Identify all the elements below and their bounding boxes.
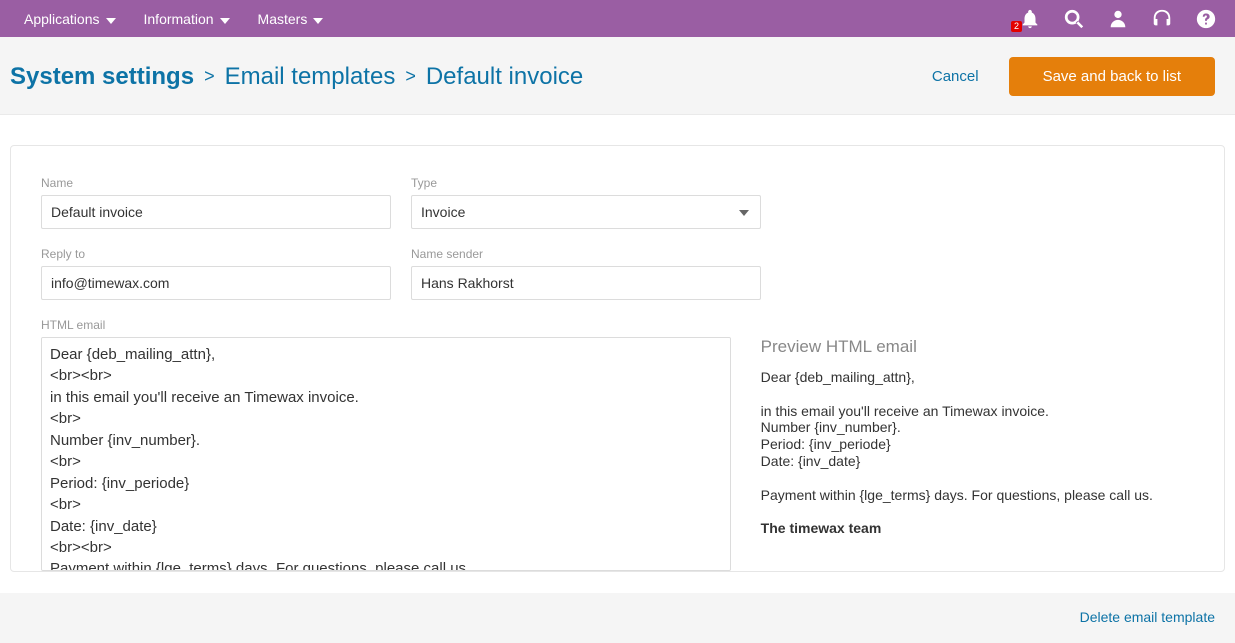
breadcrumb-email-templates[interactable]: Email templates xyxy=(225,63,396,91)
name-label: Name xyxy=(41,176,391,190)
sender-field-group: Name sender xyxy=(411,247,761,300)
menu-label: Masters xyxy=(258,11,308,27)
name-field-group: Name xyxy=(41,176,391,229)
caret-down-icon xyxy=(106,11,116,27)
caret-down-icon xyxy=(313,11,323,27)
form-panel: Name Type Reply to Name sender HTML emai… xyxy=(10,145,1225,572)
help-button[interactable] xyxy=(1195,8,1217,30)
footer: Delete email template xyxy=(0,593,1235,643)
menu-information[interactable]: Information xyxy=(130,0,244,37)
help-icon xyxy=(1195,8,1217,30)
preview-title: Preview HTML email xyxy=(761,337,1194,357)
menu-label: Applications xyxy=(24,11,100,27)
breadcrumb: System settings > Email templates > Defa… xyxy=(10,63,583,91)
delete-template-button[interactable]: Delete email template xyxy=(1080,609,1215,625)
preview-panel: Preview HTML email Dear {deb_mailing_att… xyxy=(761,337,1194,571)
sender-input[interactable] xyxy=(411,266,761,300)
topbar: Applications Information Masters 2 xyxy=(0,0,1235,37)
menu-applications[interactable]: Applications xyxy=(10,0,130,37)
topbar-actions: 2 xyxy=(1019,8,1225,30)
menu-masters[interactable]: Masters xyxy=(244,0,338,37)
html-email-label: HTML email xyxy=(41,318,1194,332)
notifications-button[interactable]: 2 xyxy=(1019,8,1041,30)
caret-down-icon xyxy=(220,11,230,27)
html-email-textarea[interactable] xyxy=(41,337,731,571)
sender-label: Name sender xyxy=(411,247,761,261)
replyto-input[interactable] xyxy=(41,266,391,300)
cancel-button[interactable]: Cancel xyxy=(932,68,979,85)
type-field-group: Type xyxy=(411,176,761,229)
menu-label: Information xyxy=(144,11,214,27)
search-icon xyxy=(1063,8,1085,30)
page-header: System settings > Email templates > Defa… xyxy=(0,37,1235,115)
header-actions: Cancel Save and back to list xyxy=(932,57,1225,96)
search-button[interactable] xyxy=(1063,8,1085,30)
type-label: Type xyxy=(411,176,761,190)
headset-icon xyxy=(1151,8,1173,30)
type-select[interactable] xyxy=(411,195,761,229)
account-button[interactable] xyxy=(1107,8,1129,30)
breadcrumb-current: Default invoice xyxy=(426,63,583,91)
replyto-label: Reply to xyxy=(41,247,391,261)
breadcrumb-root[interactable]: System settings xyxy=(10,63,194,91)
notification-badge: 2 xyxy=(1011,21,1022,32)
breadcrumb-separator: > xyxy=(405,66,416,87)
save-button[interactable]: Save and back to list xyxy=(1009,57,1215,96)
support-button[interactable] xyxy=(1151,8,1173,30)
bell-icon xyxy=(1019,8,1041,30)
replyto-field-group: Reply to xyxy=(41,247,391,300)
person-icon xyxy=(1107,8,1129,30)
name-input[interactable] xyxy=(41,195,391,229)
breadcrumb-separator: > xyxy=(204,66,215,87)
preview-content: Dear {deb_mailing_attn},in this email yo… xyxy=(761,369,1194,537)
topbar-menus: Applications Information Masters xyxy=(10,0,337,37)
